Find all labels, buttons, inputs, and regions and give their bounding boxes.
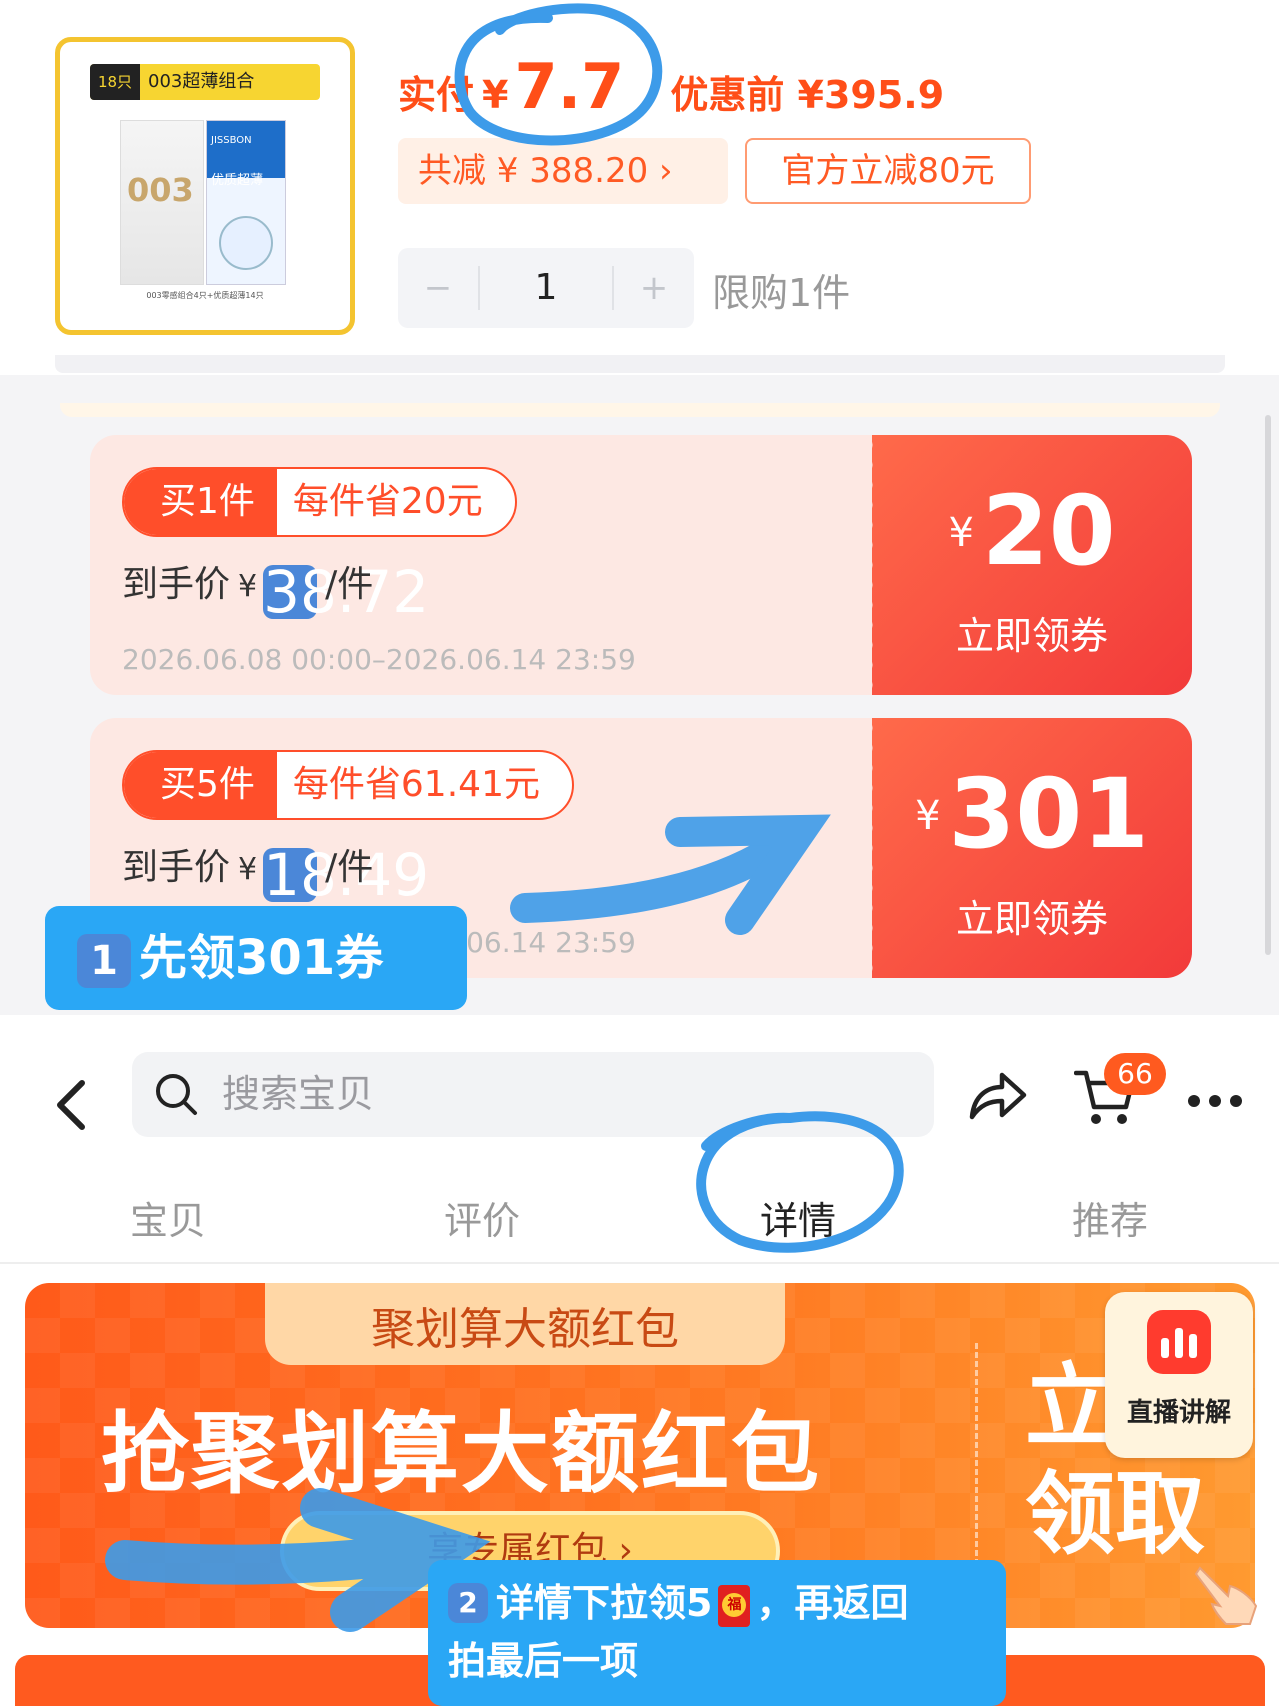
thumbnail-caption: 003零感组合4只+优质超薄14只 bbox=[146, 291, 264, 300]
tab-product[interactable]: 宝贝 bbox=[68, 1190, 268, 1245]
decrease-button[interactable]: − bbox=[398, 248, 478, 328]
paid-price: 7.7 bbox=[514, 50, 625, 123]
banner-headline: 抢聚划算大额红包 bbox=[101, 1402, 822, 1505]
step-2-text-b: ，再返回 bbox=[756, 1581, 909, 1625]
live-explain-button[interactable]: 直播讲解 bbox=[1105, 1292, 1253, 1458]
coupon-per-item-saving: 每件省61.41元 bbox=[292, 764, 540, 805]
step-2-text-a: 详情下拉领5 bbox=[496, 1581, 713, 1625]
search-icon bbox=[156, 1074, 197, 1115]
step-1-text: 先领301券 bbox=[139, 930, 384, 986]
thumbnail-count: 18只 bbox=[90, 64, 140, 100]
step-number-badge: 2 bbox=[448, 1583, 488, 1623]
purchase-limit: 限购1件 bbox=[712, 271, 851, 315]
scrollbar[interactable] bbox=[1265, 415, 1271, 955]
claim-coupon-label[interactable]: 立即领券 bbox=[872, 888, 1192, 943]
search-placeholder: 搜索宝贝 bbox=[222, 1072, 375, 1116]
product-box-003: 003 bbox=[120, 120, 204, 285]
step-2-text-c: 拍最后一项 bbox=[448, 1639, 639, 1683]
more-icon[interactable] bbox=[1186, 1093, 1244, 1109]
search-input[interactable]: 搜索宝贝 bbox=[132, 1052, 934, 1137]
live-label: 直播讲解 bbox=[1126, 1398, 1231, 1428]
red-envelope-icon bbox=[718, 1584, 751, 1627]
price-row: 实付 ¥7.7 优惠前 ¥395.9 bbox=[398, 50, 945, 123]
thumbnail-title: 003超薄组合 bbox=[148, 71, 255, 92]
original-price: 优惠前 ¥395.9 bbox=[670, 73, 945, 117]
coupon-card: 买1件 每件省20元 到手价 ¥38.72/件 2026.06.08 00:00–2… bbox=[90, 435, 1192, 695]
product-summary: 18只 003超薄组合 003 JISSBON 优质超薄 003零感组合4只+优… bbox=[0, 0, 1279, 360]
coupon-amount: ¥301 bbox=[915, 758, 1149, 870]
quantity-stepper: − 1 + bbox=[398, 248, 694, 328]
sku-strip bbox=[55, 355, 1225, 373]
coupon-amount: ¥20 bbox=[948, 475, 1116, 587]
paid-label: 实付 bbox=[398, 73, 475, 117]
tab-details[interactable]: 详情 bbox=[698, 1190, 898, 1245]
coupon-buy-qty: 买5件 bbox=[124, 752, 277, 818]
thumbnail-tag: 18只 003超薄组合 bbox=[90, 64, 320, 100]
coupon-period: 2026.06.08 00:00–2026.06.14 23:59 bbox=[122, 643, 636, 676]
total-saving-chip[interactable]: 共减 ¥ 388.20 › bbox=[398, 138, 728, 204]
coupon-deal-price: 到手价 ¥18.49/件 bbox=[122, 840, 430, 909]
claim-coupon-label[interactable]: 立即领券 bbox=[872, 605, 1192, 660]
step-number-badge: 1 bbox=[77, 934, 131, 988]
coupon-deal-price: 到手价 ¥38.72/件 bbox=[122, 557, 430, 626]
live-icon bbox=[1147, 1310, 1211, 1374]
product-thumbnail[interactable]: 18只 003超薄组合 003 JISSBON 优质超薄 003零感组合4只+优… bbox=[55, 37, 355, 335]
product-box-jissbon: JISSBON 优质超薄 bbox=[206, 120, 286, 285]
annotation-step-1: 1 先领301券 bbox=[45, 906, 467, 1010]
coupon-per-item-saving: 每件省20元 bbox=[292, 481, 483, 522]
quantity-value[interactable]: 1 bbox=[480, 248, 612, 328]
official-discount-chip: 官方立减80元 bbox=[745, 138, 1031, 204]
annotation-step-2: 2详情下拉领5 ，再返回 拍最后一项 bbox=[428, 1560, 1006, 1706]
coupon-buy-qty: 买1件 bbox=[124, 469, 277, 535]
pointing-hand-icon bbox=[1194, 1566, 1258, 1625]
tab-bar: 宝贝 评价 详情 推荐 bbox=[0, 1190, 1279, 1260]
increase-button[interactable]: + bbox=[614, 248, 694, 328]
price-currency: ¥ bbox=[482, 73, 509, 117]
tab-recommend[interactable]: 推荐 bbox=[1010, 1190, 1210, 1245]
back-icon[interactable] bbox=[50, 1075, 90, 1135]
cart-badge: 66 bbox=[1104, 1053, 1166, 1095]
coupon-tag: 买1件 每件省20元 bbox=[122, 467, 517, 537]
coupon-tag: 买5件 每件省61.41元 bbox=[122, 750, 574, 820]
tab-reviews[interactable]: 评价 bbox=[382, 1190, 582, 1245]
share-icon[interactable] bbox=[966, 1067, 1028, 1123]
banner-subtitle: 聚划算大额红包 bbox=[371, 1304, 679, 1355]
detail-nav: 搜索宝贝 66 宝贝 评价 详情 推荐 bbox=[0, 1015, 1279, 1260]
